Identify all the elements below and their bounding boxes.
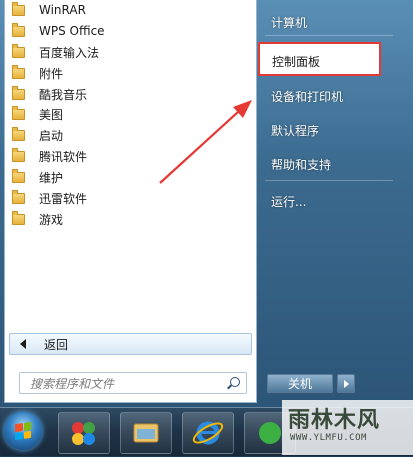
menu-item-help-support[interactable]: 帮助和支持	[271, 156, 331, 173]
folder-icon	[12, 1, 25, 16]
program-label: 美图	[39, 108, 64, 123]
program-label: 启动	[39, 129, 64, 144]
shutdown-button[interactable]: 关机	[267, 374, 333, 393]
back-label: 返回	[44, 337, 69, 352]
folder-icon	[133, 423, 159, 443]
program-item-startup[interactable]: 启动	[5, 125, 256, 146]
folder-icon	[12, 210, 25, 225]
divider	[265, 35, 393, 36]
watermark-url: WWW.YLMFU.COM	[290, 433, 367, 443]
program-item-baidu-ime[interactable]: 百度输入法	[5, 42, 256, 63]
right-menu-pane: 计算机 控制面板 设备和打印机 默认程序 帮助和支持 运行... 关机	[257, 0, 413, 407]
control-panel-label: 控制面板	[272, 55, 321, 69]
menu-item-control-panel[interactable]: 控制面板	[258, 42, 381, 76]
program-item-kuwo-music[interactable]: 酷我音乐	[5, 84, 256, 105]
watermark-logo: 雨林木风	[288, 407, 381, 433]
folder-icon	[12, 22, 25, 37]
search-input[interactable]: 搜索程序和文件	[19, 372, 247, 394]
shutdown-label: 关机	[287, 377, 312, 391]
shutdown-options-button[interactable]	[337, 374, 355, 393]
taskbar-app-360[interactable]	[58, 412, 110, 454]
ie-icon	[192, 421, 224, 445]
folder-icon	[12, 148, 25, 163]
program-label: 酷我音乐	[39, 87, 88, 102]
program-item-games[interactable]: 游戏	[5, 209, 256, 230]
program-label: 维护	[39, 171, 64, 186]
folder-icon	[12, 189, 25, 204]
folder-icon	[12, 64, 25, 79]
program-item-xunlei[interactable]: 迅雷软件	[5, 188, 256, 209]
program-item-meitu[interactable]: 美图	[5, 104, 256, 125]
folder-icon	[12, 43, 25, 58]
programs-pane: WinRAR WPS Office 百度输入法 附件 酷我音乐 美图 启动 腾讯…	[4, 0, 257, 403]
start-button[interactable]	[4, 412, 42, 450]
watermark: 雨林木风 WWW.YLMFU.COM	[282, 400, 413, 455]
program-item-tencent[interactable]: 腾讯软件	[5, 146, 256, 167]
program-item-accessories[interactable]: 附件	[5, 63, 256, 84]
folder-icon	[12, 169, 25, 184]
program-label: WPS Office	[39, 24, 105, 39]
colorful-balls-icon	[72, 422, 95, 445]
program-item-winrar[interactable]: WinRAR	[5, 0, 256, 21]
divider	[265, 180, 393, 181]
folder-icon	[12, 85, 25, 100]
program-label: WinRAR	[39, 3, 86, 18]
back-button[interactable]: 返回	[9, 333, 252, 355]
program-item-wps-office[interactable]: WPS Office	[5, 21, 256, 42]
search-icon[interactable]	[230, 377, 240, 387]
back-arrow-icon	[20, 339, 26, 349]
menu-item-default-programs[interactable]: 默认程序	[271, 122, 319, 139]
program-list: WinRAR WPS Office 百度输入法 附件 酷我音乐 美图 启动 腾讯…	[5, 0, 256, 230]
program-item-maintenance[interactable]: 维护	[5, 167, 256, 188]
program-label: 腾讯软件	[39, 150, 88, 165]
taskbar-app-ie[interactable]	[182, 412, 234, 454]
program-label: 百度输入法	[39, 45, 100, 60]
folder-icon	[12, 127, 25, 142]
windows-logo-icon	[15, 421, 31, 441]
start-menu: WinRAR WPS Office 百度输入法 附件 酷我音乐 美图 启动 腾讯…	[0, 0, 413, 407]
program-label: 迅雷软件	[39, 191, 88, 206]
taskbar-app-explorer[interactable]	[120, 412, 172, 454]
program-label: 游戏	[39, 212, 64, 227]
program-label: 附件	[39, 66, 64, 81]
menu-item-computer[interactable]: 计算机	[271, 14, 307, 31]
menu-item-run[interactable]: 运行...	[271, 193, 306, 210]
folder-icon	[12, 106, 25, 121]
search-placeholder: 搜索程序和文件	[30, 376, 115, 391]
menu-item-devices-printers[interactable]: 设备和打印机	[271, 88, 343, 105]
